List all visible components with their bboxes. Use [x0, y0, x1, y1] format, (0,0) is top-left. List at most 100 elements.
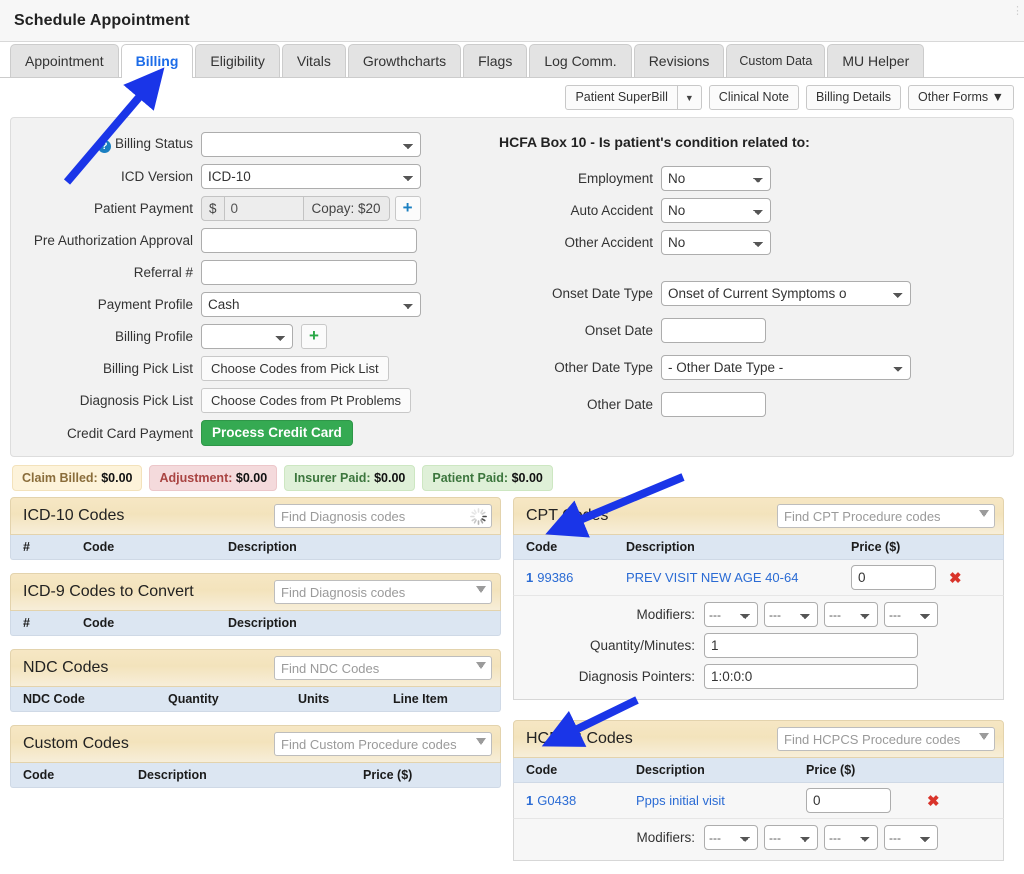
other-date-type-select[interactable]: - Other Date Type - [661, 355, 911, 380]
referral-input[interactable] [201, 260, 417, 285]
tab-billing[interactable]: Billing [120, 44, 194, 78]
tab-custom-data[interactable]: Custom Data [726, 44, 826, 77]
field-pre-authorization: Pre Authorization Approval [11, 228, 461, 253]
hcpcs-table-row[interactable]: 1G0438 Ppps initial visit ✖ [513, 783, 1004, 819]
choose-codes-pt-problems-button[interactable]: Choose Codes from Pt Problems [201, 388, 412, 413]
other-accident-select[interactable]: No [661, 230, 771, 255]
tab-mu-helper[interactable]: MU Helper [827, 44, 925, 77]
choose-codes-pick-list-button[interactable]: Choose Codes from Pick List [201, 356, 389, 381]
badge-adjustment: Adjustment: $0.00 [149, 465, 278, 491]
field-onset-date: Onset Date [461, 318, 1013, 343]
patient-payment-input[interactable]: 0 [224, 196, 303, 221]
cpt-modifier-2-select[interactable]: --- [764, 602, 818, 627]
billing-status-select[interactable] [201, 132, 421, 157]
badge-insurer-paid: Insurer Paid: $0.00 [284, 465, 416, 491]
clinical-note-button[interactable]: Clinical Note [708, 84, 799, 110]
tab-bar: Appointment Billing Eligibility Vitals G… [0, 42, 1024, 78]
hcpcs-row-code[interactable]: 1 G0438 [514, 793, 624, 808]
custom-search-input[interactable]: Find Custom Procedure codes [274, 732, 492, 756]
hcpcs-modifier-4-select[interactable]: --- [884, 825, 938, 850]
field-diagnosis-pick-list: Diagnosis Pick List Choose Codes from Pt… [11, 388, 461, 413]
hcpcs-price-input[interactable] [806, 788, 891, 813]
icd10-panel-title: ICD-10 Codes [23, 507, 125, 524]
tab-eligibility[interactable]: Eligibility [195, 44, 280, 77]
cpt-detail-section: Modifiers: --- --- --- --- Quantity/Minu… [513, 596, 1004, 700]
process-credit-card-button[interactable]: Process Credit Card [201, 420, 353, 446]
superbill-dropdown-button[interactable]: ▼ [677, 84, 702, 110]
onset-date-type-select[interactable]: Onset of Current Symptoms o [661, 281, 911, 306]
tab-flags[interactable]: Flags [463, 44, 528, 77]
cpt-row-description[interactable]: PREV VISIT NEW AGE 40-64 [614, 570, 839, 585]
tab-revisions[interactable]: Revisions [633, 44, 725, 77]
add-payment-button[interactable]: + [394, 196, 421, 221]
billing-details-button[interactable]: Billing Details [805, 84, 901, 110]
ndc-col-line-item: Line Item [393, 692, 448, 706]
tab-growthcharts[interactable]: Growthcharts [347, 44, 462, 77]
cpt-quantity-input[interactable] [704, 633, 918, 658]
cpt-modifier-3-select[interactable]: --- [824, 602, 878, 627]
auto-accident-select[interactable]: No [661, 198, 771, 223]
cpt-row-code[interactable]: 1 99386 [514, 570, 614, 585]
cpt-delete-icon[interactable]: ✖ [949, 569, 962, 587]
superbill-button-group: Patient SuperBill ▼ [565, 84, 702, 110]
page-title: Schedule Appointment [14, 11, 190, 29]
copay-amount-label: Copay: $20 [302, 196, 390, 221]
form-action-toolbar: Patient SuperBill ▼ Clinical Note Billin… [0, 78, 1024, 112]
hcpcs-modifier-2-select[interactable]: --- [764, 825, 818, 850]
other-date-input[interactable] [661, 392, 766, 417]
icd9-panel-title: ICD-9 Codes to Convert [23, 583, 194, 600]
hcpcs-search-input[interactable]: Find HCPCS Procedure codes [777, 727, 995, 751]
billing-summary-badges: Claim Billed: $0.00 Adjustment: $0.00 In… [0, 457, 1024, 497]
icd-version-select[interactable]: ICD-10 [201, 164, 421, 189]
cpt-modifier-4-select[interactable]: --- [884, 602, 938, 627]
cpt-row-index: 1 [526, 570, 534, 585]
icd10-search-input[interactable]: Find Diagnosis codes [274, 504, 492, 528]
icd9-search-input[interactable]: Find Diagnosis codes [274, 580, 492, 604]
cpt-price-input[interactable] [851, 565, 936, 590]
other-accident-label: Other Accident [564, 235, 653, 250]
employment-select[interactable]: No [661, 166, 771, 191]
billing-form-panel: ? Billing Status ICD Version ICD-10 Patie… [10, 117, 1014, 457]
hcpcs-row-description[interactable]: Ppps initial visit [624, 793, 794, 808]
cpt-diagnosis-pointers-input[interactable] [704, 664, 918, 689]
onset-date-input[interactable] [661, 318, 766, 343]
patient-superbill-button[interactable]: Patient SuperBill [565, 84, 678, 110]
other-forms-button[interactable]: Other Forms ▼ [908, 84, 1014, 110]
ndc-search-input[interactable]: Find NDC Codes [274, 656, 492, 680]
cpt-search-placeholder: Find CPT Procedure codes [784, 508, 941, 524]
spinner-icon [470, 508, 487, 525]
cpt-search-input[interactable]: Find CPT Procedure codes [777, 504, 995, 528]
icd9-col-index: # [23, 616, 30, 630]
hcpcs-col-price: Price ($) [806, 763, 856, 777]
pre-authorization-input[interactable] [201, 228, 417, 253]
other-date-type-label: Other Date Type [554, 360, 653, 375]
add-billing-profile-button[interactable]: + [301, 324, 327, 349]
field-other-accident: Other Accident No [461, 230, 1013, 255]
code-panels-container: ICD-10 Codes Find Diagnosis codes # Code… [0, 497, 1024, 874]
other-date-label: Other Date [586, 397, 653, 412]
field-onset-date-type: Onset Date Type Onset of Current Symptom… [461, 281, 1013, 306]
currency-symbol: $ [201, 196, 225, 221]
tab-appointment[interactable]: Appointment [10, 44, 119, 77]
cpt-modifiers-label: Modifiers: [636, 607, 695, 622]
payment-profile-select[interactable]: Cash [201, 292, 421, 317]
custom-col-price: Price ($) [363, 768, 413, 782]
cpt-modifier-1-select[interactable]: --- [704, 602, 758, 627]
window-titlebar: Schedule Appointment ⋮⋮ [0, 0, 1024, 42]
icd10-col-index: # [23, 540, 30, 554]
code-panels-right-column: CPT Codes Find CPT Procedure codes Code … [513, 497, 1004, 874]
onset-date-label: Onset Date [584, 323, 653, 338]
hcpcs-delete-icon[interactable]: ✖ [927, 792, 940, 810]
billing-pick-list-label: Billing Pick List [102, 361, 193, 376]
ndc-panel-title: NDC Codes [23, 659, 109, 676]
field-billing-pick-list: Billing Pick List Choose Codes from Pick… [11, 356, 461, 381]
tab-vitals[interactable]: Vitals [281, 44, 346, 77]
help-icon[interactable]: ? [97, 140, 111, 153]
tab-log-comm[interactable]: Log Comm. [529, 44, 632, 77]
hcpcs-modifier-3-select[interactable]: --- [824, 825, 878, 850]
billing-profile-select[interactable] [201, 324, 293, 349]
cpt-table-row[interactable]: 199386 PREV VISIT NEW AGE 40-64 ✖ [513, 560, 1004, 596]
hcpcs-panel-header: HCPCS Codes Find HCPCS Procedure codes [513, 720, 1004, 758]
hcpcs-modifier-1-select[interactable]: --- [704, 825, 758, 850]
cpt-col-code: Code [526, 540, 558, 554]
